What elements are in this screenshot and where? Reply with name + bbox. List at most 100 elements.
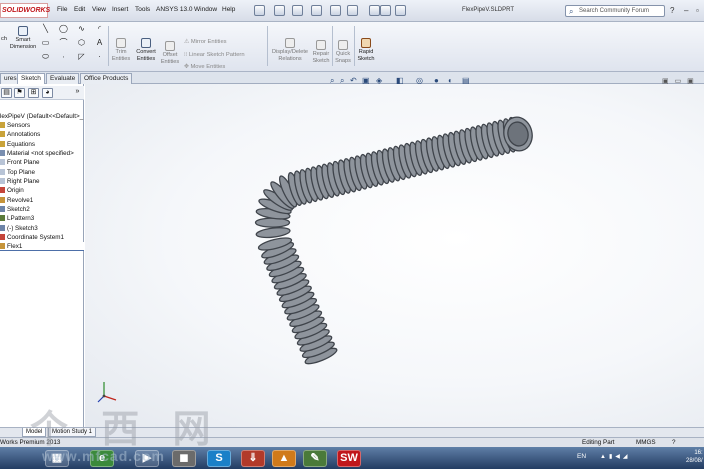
hide-show-items-icon[interactable]: ◎ xyxy=(416,76,423,85)
quick-snaps-button[interactable]: Quick Snaps xyxy=(333,40,353,64)
tree-item-sketch3[interactable]: (-) Sketch3 xyxy=(0,224,38,233)
move-entities-button[interactable]: ✥ Move Entities xyxy=(184,64,225,70)
flex-pipe-model[interactable] xyxy=(85,84,704,427)
tree-item-origin[interactable]: Origin xyxy=(0,186,24,195)
menu-help[interactable]: Help xyxy=(222,6,235,13)
tree-item-lpattern3[interactable]: LPattern3 xyxy=(0,214,34,223)
circle-icon[interactable]: ◯ xyxy=(59,25,68,33)
tree-item-flex1[interactable]: Flex1 xyxy=(0,242,84,251)
appearance-icon[interactable]: ● xyxy=(434,76,439,85)
help-icon[interactable]: ? xyxy=(672,438,676,447)
tree-item-equations[interactable]: Equations xyxy=(0,140,35,149)
tree-item-annotations[interactable]: Annotations xyxy=(0,130,40,139)
menu-ansys[interactable]: ANSYS 13.0 xyxy=(156,6,193,13)
display-manager-icon[interactable]: ◕ xyxy=(42,88,53,98)
tab-office-products[interactable]: Office Products xyxy=(80,73,133,84)
sketch-button-partial[interactable]: ch xyxy=(0,36,8,43)
fillet-icon[interactable]: ◜ xyxy=(95,25,104,33)
tile-icon[interactable]: ▣ xyxy=(662,78,669,85)
previous-view-icon[interactable]: ↶ xyxy=(350,76,357,85)
tree-item-material[interactable]: Material <not specified> xyxy=(0,149,74,158)
linear-sketch-pattern-button[interactable]: ⁞⁞ Linear Sketch Pattern xyxy=(184,52,245,58)
text-icon[interactable]: A xyxy=(95,39,104,47)
configuration-icon[interactable]: ⊞ xyxy=(28,88,39,98)
solidworks-logo[interactable]: SOLIDWORKS xyxy=(0,3,50,18)
tree-item-top-plane[interactable]: Top Plane xyxy=(0,168,35,177)
explorer-task-icon[interactable]: ▦ xyxy=(45,450,69,467)
maximize-view-icon[interactable]: ▣ xyxy=(687,78,694,85)
tool-task-icon[interactable]: ✎ xyxy=(303,450,327,467)
point-icon[interactable]: ∙ xyxy=(59,53,68,61)
skype-task-icon[interactable]: S xyxy=(207,450,231,467)
save-icon[interactable] xyxy=(292,5,303,16)
zoom-to-fit-icon[interactable]: ⌕ xyxy=(330,76,334,85)
rebuild-icon[interactable] xyxy=(369,5,380,16)
polygon-icon[interactable]: ⬡ xyxy=(77,39,86,47)
plane-icon[interactable]: ◸ xyxy=(77,53,86,61)
menu-window[interactable]: Window xyxy=(194,6,217,13)
download-task-icon[interactable]: ⇓ xyxy=(241,450,265,467)
centerline-icon[interactable]: · xyxy=(95,53,104,61)
view-settings-icon[interactable]: ▤ xyxy=(462,76,470,85)
language-indicator[interactable]: EN xyxy=(577,453,586,460)
offset-entities-button[interactable]: Offset Entities xyxy=(158,41,182,65)
repair-sketch-button[interactable]: Repair Sketch xyxy=(310,40,332,64)
open-folder-icon[interactable] xyxy=(274,5,285,16)
tree-item-coordinate-system1[interactable]: Coordinate System1 xyxy=(0,233,64,242)
browser-task-icon[interactable]: e xyxy=(90,450,114,467)
status-units[interactable]: MMGS xyxy=(636,438,656,447)
tree-item-right-plane[interactable]: Right Plane xyxy=(0,177,40,186)
tree-root[interactable]: lexPipeV (Default<<Default>_ xyxy=(0,112,83,121)
graphics-area[interactable] xyxy=(85,84,704,427)
solidworks-task-icon[interactable]: SW xyxy=(337,450,361,467)
view-orientation-icon[interactable]: ◈ xyxy=(376,76,382,85)
property-manager-icon[interactable]: ⚑ xyxy=(14,88,25,98)
menu-view[interactable]: View xyxy=(92,6,106,13)
app-task-icon[interactable]: ◼ xyxy=(172,450,196,467)
rectangle-icon[interactable]: ▭ xyxy=(41,39,50,47)
new-document-icon[interactable] xyxy=(254,5,265,16)
print-icon[interactable] xyxy=(311,5,322,16)
restore-view-icon[interactable]: ▭ xyxy=(675,78,682,85)
undo-icon[interactable] xyxy=(330,5,341,16)
system-tray-icons[interactable]: ▲▮◀◢ xyxy=(600,453,630,460)
rapid-sketch-button[interactable]: Rapid Sketch xyxy=(356,38,376,62)
tab-model[interactable]: Model xyxy=(22,428,47,437)
menu-tools[interactable]: Tools xyxy=(135,6,150,13)
options-icon[interactable] xyxy=(395,5,406,16)
tree-item-revolve1[interactable]: Revolve1 xyxy=(0,196,33,205)
convert-entities-button[interactable]: Convert Entities xyxy=(134,38,158,62)
tab-motion-study[interactable]: Motion Study 1 xyxy=(48,428,97,437)
tree-item-front-plane[interactable]: Front Plane xyxy=(0,158,40,167)
minimize-button[interactable]: – xyxy=(684,6,688,15)
trim-entities-button[interactable]: Trim Entities xyxy=(110,38,132,62)
expand-icon[interactable]: » xyxy=(72,88,83,98)
media-task-icon[interactable]: ▶ xyxy=(135,450,159,467)
display-delete-relations-button[interactable]: Display/Delete Relations xyxy=(269,38,311,62)
section-view-icon[interactable]: ▣ xyxy=(362,76,370,85)
smart-dimension-button[interactable]: Smart Dimension xyxy=(9,26,37,50)
clock[interactable]: 16: 28/08/ xyxy=(686,449,703,465)
slot-icon[interactable]: ⬭ xyxy=(41,53,50,61)
menu-insert[interactable]: Insert xyxy=(112,6,128,13)
menu-file[interactable]: File xyxy=(57,6,67,13)
vlc-task-icon[interactable]: ▲ xyxy=(272,450,296,467)
menu-edit[interactable]: Edit xyxy=(74,6,85,13)
tab-evaluate[interactable]: Evaluate xyxy=(46,73,80,84)
search-input[interactable]: ⌕ Search Community Forum xyxy=(565,5,665,17)
arc-icon[interactable]: ⌒ xyxy=(59,39,68,47)
help-icon[interactable]: ? xyxy=(670,6,674,15)
display-style-icon[interactable]: ◧ xyxy=(396,76,404,85)
feature-tree-icon[interactable]: ▤ xyxy=(1,88,12,98)
restore-button[interactable]: ▫ xyxy=(696,6,699,15)
line-icon[interactable]: ╲ xyxy=(41,25,50,33)
spline-icon[interactable]: ∿ xyxy=(77,25,86,33)
tree-item-sketch2[interactable]: Sketch2 xyxy=(0,205,30,214)
scene-icon[interactable]: ◐ xyxy=(448,76,453,85)
tree-item-sensors[interactable]: Sensors xyxy=(0,121,30,130)
select-arrow-icon[interactable] xyxy=(347,5,358,16)
mirror-entities-button[interactable]: ⚠ Mirror Entities xyxy=(184,39,227,45)
file-properties-icon[interactable] xyxy=(380,5,391,16)
tab-sketch[interactable]: Sketch xyxy=(17,73,45,84)
zoom-to-area-icon[interactable]: ⌕ xyxy=(340,76,344,85)
